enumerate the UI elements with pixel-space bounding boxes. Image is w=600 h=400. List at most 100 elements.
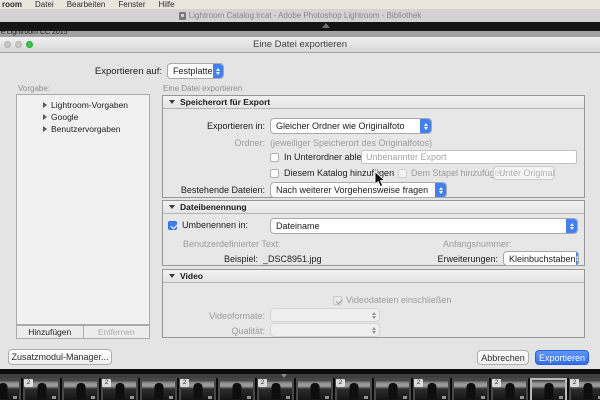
add-to-catalog-checkbox[interactable] (270, 169, 279, 178)
filmstrip-thumbnail[interactable]: 2 (569, 378, 600, 400)
stepper-icon (368, 309, 379, 321)
subfolder-checkbox[interactable] (270, 153, 279, 162)
export-button[interactable]: Exportieren (535, 350, 589, 365)
panel-header-file-naming[interactable]: Dateibenennung (163, 201, 584, 214)
preset-item-label: Google (51, 112, 79, 122)
folder-label: Ordner: (234, 138, 265, 148)
stack-count-badge[interactable]: 2 (24, 379, 33, 387)
photo-silhouette (505, 383, 514, 399)
thumbnail-photo (0, 380, 19, 400)
add-preset-button[interactable]: Hinzufügen (16, 325, 84, 339)
example-filename: _DSC8951.jpg (263, 254, 322, 264)
thumbnail-corner-mark (52, 396, 56, 399)
filmstrip-thumbnail[interactable] (452, 378, 489, 400)
plugin-manager-button[interactable]: Zusatzmodul-Manager... (8, 349, 112, 365)
export-to-dropdown[interactable]: Festplatte (167, 63, 224, 79)
photo-silhouette (466, 383, 475, 399)
rename-template-dropdown[interactable]: Dateiname (270, 218, 578, 234)
existing-files-dropdown[interactable]: Nach weiterer Vorgehensweise fragen (270, 182, 447, 198)
photo-silhouette (271, 383, 280, 399)
rename-template-value: Dateiname (276, 221, 320, 231)
filmstrip-thumbnail[interactable] (62, 378, 99, 400)
thumbnail-corner-mark (325, 396, 329, 399)
include-video-checkbox (333, 296, 342, 305)
filmstrip-thumbnail[interactable] (0, 378, 21, 400)
panel-header-export-location[interactable]: Speicherort für Export (163, 96, 584, 109)
photo-silhouette (37, 383, 46, 399)
filmstrip-thumbnail[interactable]: 2 (491, 378, 528, 400)
thumbnail-photo (532, 380, 565, 400)
export-in-dropdown[interactable]: Gleicher Ordner wie Originalfoto (270, 118, 432, 134)
extensions-value: Kleinbuchstaben (509, 253, 576, 264)
preset-item-lightroom-vorgaben[interactable]: Lightroom-Vorgaben (17, 99, 149, 111)
photo-silhouette (388, 383, 397, 399)
filmstrip-thumbnail[interactable]: 2 (23, 378, 60, 400)
filmstrip-thumbnail[interactable] (530, 378, 567, 400)
cancel-button[interactable]: Abbrechen (477, 350, 529, 365)
photo-silhouette (115, 383, 124, 399)
start-number-label: Anfangsnummer: (443, 239, 512, 249)
filmstrip-thumbnail[interactable]: 2 (101, 378, 138, 400)
panel-header-video[interactable]: Video (163, 270, 584, 283)
extensions-label: Erweiterungen: (437, 254, 498, 264)
subfolder-name-input[interactable] (361, 150, 577, 164)
thumbnail-corner-mark (364, 396, 368, 399)
menu-item-bearbeiten[interactable]: Bearbeiten (67, 0, 106, 9)
rename-checkbox[interactable] (168, 221, 177, 230)
thumbnail-corner-mark (130, 396, 134, 399)
photo-silhouette (232, 383, 241, 399)
menu-item-fenster[interactable]: Fenster (118, 0, 145, 9)
mouse-cursor (374, 171, 386, 188)
stack-count-badge[interactable]: 2 (492, 379, 501, 387)
menu-item-datei[interactable]: Datei (35, 0, 54, 9)
stack-count-badge[interactable]: 2 (414, 379, 423, 387)
example-label: Beispiel: (223, 254, 258, 264)
main-heading: Eine Datei exportieren (163, 84, 243, 93)
stack-count-badge[interactable]: 2 (258, 379, 267, 387)
filmstrip-thumbnail[interactable]: 2 (179, 378, 216, 400)
panel-title: Video (180, 271, 203, 281)
panel-collapse-arrow-icon[interactable] (322, 23, 330, 28)
panel-title: Speicherort für Export (180, 97, 271, 107)
photo-silhouette (427, 383, 436, 399)
stepper-icon (212, 64, 223, 78)
disclosure-triangle-icon[interactable] (43, 102, 47, 108)
zoom-window-button[interactable] (26, 41, 33, 48)
stepper-icon (420, 119, 431, 133)
menu-item-hilfe[interactable]: Hilfe (159, 0, 175, 9)
filmstrip-thumbnail[interactable]: 2 (413, 378, 450, 400)
stepper-icon (368, 324, 379, 336)
minimize-window-button[interactable] (15, 41, 22, 48)
stack-count-badge[interactable]: 2 (180, 379, 189, 387)
window-partial-title: e Lightroom CC 2015 (1, 29, 68, 36)
disclosure-triangle-icon[interactable] (43, 126, 47, 132)
stack-count-badge[interactable]: 2 (570, 379, 579, 387)
stack-count-badge[interactable]: 2 (102, 379, 111, 387)
module-strip (0, 22, 600, 31)
photo-silhouette (76, 383, 85, 399)
stack-count-badge[interactable]: 2 (336, 379, 345, 387)
filmstrip-thumbnail[interactable]: 2 (257, 378, 294, 400)
panel-title: Dateibenennung (180, 202, 247, 212)
macos-menu-bar: room Datei Bearbeiten Fenster Hilfe (0, 0, 600, 9)
video-quality-label: Qualität: (231, 326, 265, 336)
menu-item-lightroom[interactable]: room (2, 0, 22, 9)
existing-files-label: Bestehende Dateien: (180, 185, 265, 195)
filmstrip-thumbnail[interactable]: 2 (335, 378, 372, 400)
thumbnail-corner-mark (559, 396, 563, 399)
export-in-value: Gleicher Ordner wie Originalfoto (276, 121, 405, 131)
filmstrip-thumbnail[interactable] (296, 378, 333, 400)
disclosure-triangle-icon[interactable] (43, 114, 47, 120)
filmstrip-thumbnail[interactable] (374, 378, 411, 400)
photo-silhouette (310, 383, 319, 399)
filmstrip-thumbnail[interactable] (140, 378, 177, 400)
existing-files-value: Nach weiterer Vorgehensweise fragen (276, 185, 429, 195)
stepper-icon (435, 183, 446, 197)
chevron-down-icon (169, 100, 175, 104)
filmstrip-thumbnail[interactable] (218, 378, 255, 400)
thumbnail-photo (454, 380, 487, 400)
thumbnail-corner-mark (442, 396, 446, 399)
close-window-button[interactable] (4, 41, 11, 48)
extensions-dropdown[interactable]: Kleinbuchstaben (503, 251, 579, 266)
preset-item-label: Lightroom-Vorgaben (51, 100, 129, 110)
